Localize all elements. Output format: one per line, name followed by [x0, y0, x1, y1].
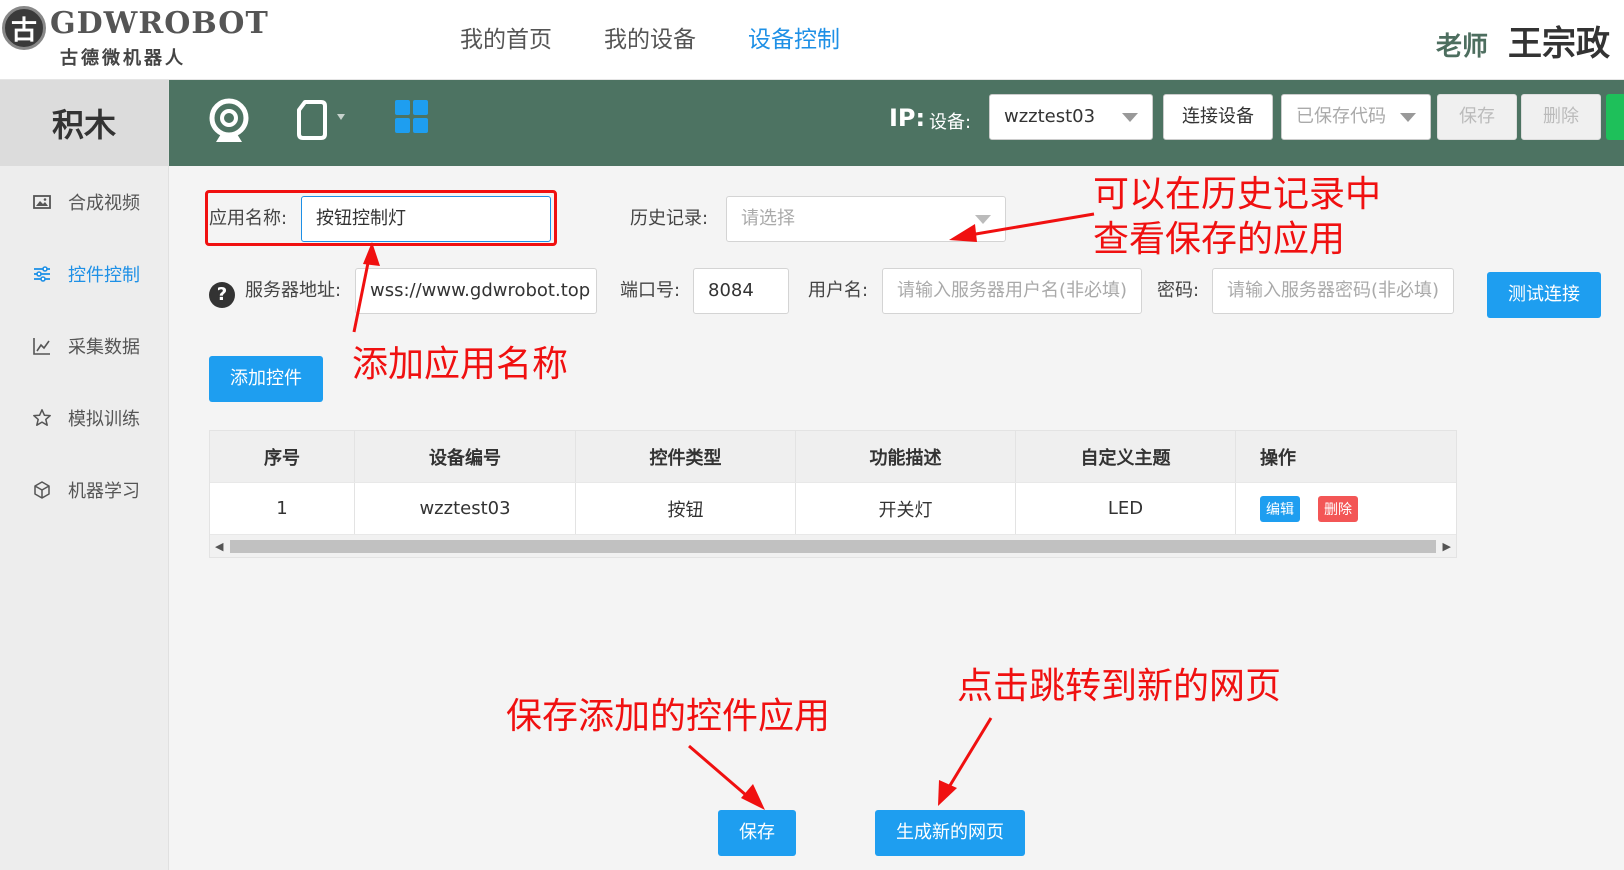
device-select-value: wzztest03 [1004, 106, 1096, 127]
sidebar-item-label: 合成视频 [68, 193, 140, 214]
sidebar-title: 积木 [0, 80, 168, 166]
save-annotation: 保存添加的控件应用 [506, 696, 831, 737]
scroll-left-icon[interactable]: ◀ [215, 540, 223, 553]
sidebar-item-video[interactable]: 合成视频 [0, 166, 168, 238]
logo-subtitle: 古德微机器人 [60, 48, 186, 69]
user-name: 王宗政 [1508, 24, 1610, 64]
page: 古 GDWROBOT 古德微机器人 我的首页 我的设备 设备控制 老师 王宗政 … [0, 0, 1624, 870]
sidebar: 积木 合成视频 控件控制 采集数据 模拟训练 机器学习 [0, 80, 169, 870]
port-label: 端口号: [620, 280, 681, 301]
col-header-device: 设备编号 [355, 431, 576, 482]
saved-code-placeholder: 已保存代码 [1296, 106, 1386, 127]
cube-icon [34, 481, 50, 499]
image-icon [33, 195, 51, 209]
username-label: 用户名: [808, 280, 869, 301]
col-header-actions: 操作 [1260, 447, 1296, 469]
brand-logo[interactable]: 古 GDWROBOT 古德微机器人 [2, 4, 268, 69]
top-nav: 古 GDWROBOT 古德微机器人 我的首页 我的设备 设备控制 老师 王宗政 [0, 0, 1624, 80]
table-header-row: 序号 设备编号 控件类型 功能描述 自定义主题 操作 [210, 431, 1456, 483]
col-header-type: 控件类型 [576, 431, 796, 482]
grid-apps-icon[interactable] [395, 100, 429, 134]
ip-label: IP: [889, 104, 926, 132]
col-header-index: 序号 [210, 431, 355, 482]
arrow-to-save [688, 744, 755, 804]
sidebar-item-ml[interactable]: 机器学习 [0, 454, 168, 526]
nav-my-devices[interactable]: 我的设备 [604, 20, 696, 54]
sidebar-item-label: 采集数据 [68, 337, 140, 358]
sidebar-item-control[interactable]: 控件控制 [0, 238, 168, 310]
sliders-icon [34, 266, 50, 282]
password-label: 密码: [1157, 280, 1200, 301]
arrow-to-generate [944, 717, 993, 793]
history-select[interactable]: 请选择 [726, 196, 1006, 242]
history-placeholder: 请选择 [741, 208, 795, 229]
connect-device-button[interactable]: 连接设备 [1163, 94, 1273, 140]
cell-actions: 编辑 删除 [1236, 483, 1456, 534]
history-annotation-line-1: 可以在历史记录中 [1093, 174, 1382, 215]
chevron-down-icon [1122, 113, 1138, 122]
nav-links: 我的首页 我的设备 设备控制 [460, 20, 840, 54]
arrow-head-save [741, 784, 765, 810]
cell-index: 1 [210, 483, 355, 534]
toolbar-delete-button[interactable]: 删除 [1521, 94, 1601, 140]
name-annotation: 添加应用名称 [352, 344, 569, 385]
chevron-down-icon [975, 215, 991, 224]
arrow-head-generate [938, 780, 957, 806]
app-name-input[interactable]: 按钮控制灯 [301, 196, 551, 242]
username-input[interactable]: 请输入服务器用户名(非必填) [882, 268, 1142, 314]
device-select[interactable]: wzztest03 [989, 94, 1153, 140]
logo-emblem: 古 [2, 6, 46, 50]
controls-table: 序号 设备编号 控件类型 功能描述 自定义主题 操作 1 wzztest03 按… [209, 430, 1457, 558]
save-app-button[interactable]: 保存 [718, 810, 796, 856]
toolbar-save-button[interactable]: 保存 [1437, 94, 1517, 140]
main-content: 应用名称: 按钮控制灯 历史记录: 请选择 ? 服务器地址: wss://www… [169, 166, 1624, 870]
port-input[interactable]: 8084 [693, 268, 789, 314]
sidebar-item-data[interactable]: 采集数据 [0, 310, 168, 382]
user-role: 老师 [1435, 32, 1488, 62]
server-address-input[interactable]: wss://www.gdwrobot.top [355, 268, 597, 314]
col-header-desc: 功能描述 [796, 431, 1016, 482]
nav-home[interactable]: 我的首页 [460, 20, 552, 54]
sidebar-item-label: 控件控制 [68, 265, 140, 286]
device-label: 设备: [929, 112, 972, 133]
generate-page-button[interactable]: 生成新的网页 [875, 810, 1025, 856]
history-label: 历史记录: [630, 208, 709, 229]
col-header-topic: 自定义主题 [1016, 431, 1236, 482]
camera-icon[interactable] [207, 98, 251, 146]
chart-icon [33, 338, 50, 355]
table-row: 1 wzztest03 按钮 开关灯 LED 编辑 删除 [210, 483, 1456, 535]
toolbar-green-button[interactable] [1606, 94, 1624, 140]
star-icon [33, 409, 51, 426]
help-icon[interactable]: ? [209, 282, 235, 308]
sidebar-item-label: 模拟训练 [68, 409, 140, 430]
cell-topic: LED [1016, 483, 1236, 534]
saved-code-select[interactable]: 已保存代码 [1281, 94, 1431, 140]
horizontal-scrollbar[interactable]: ◀ ▶ [210, 535, 1456, 557]
history-annotation-line-2: 查看保存的应用 [1093, 219, 1346, 260]
toolbar: IP: 设备: wzztest03 连接设备 已保存代码 保存 删除 [169, 80, 1624, 166]
user-info[interactable]: 老师 王宗政 [1436, 16, 1610, 65]
cell-device: wzztest03 [355, 483, 576, 534]
chevron-down-icon [1400, 113, 1416, 122]
scroll-right-icon[interactable]: ▶ [1443, 540, 1451, 553]
history-annotation: 可以在历史记录中 查看保存的应用 [1093, 172, 1381, 262]
generate-annotation: 点击跳转到新的网页 [957, 666, 1282, 707]
password-input[interactable]: 请输入服务器密码(非必填) [1212, 268, 1454, 314]
cell-desc: 开关灯 [796, 483, 1016, 534]
add-control-button[interactable]: 添加控件 [209, 356, 323, 402]
file-dropdown-icon[interactable] [295, 98, 355, 142]
cell-type: 按钮 [576, 483, 796, 534]
test-connection-button[interactable]: 测试连接 [1487, 272, 1601, 318]
delete-row-button[interactable]: 删除 [1318, 495, 1358, 522]
scrollbar-thumb[interactable] [230, 540, 1436, 553]
sidebar-item-training[interactable]: 模拟训练 [0, 382, 168, 454]
app-name-label: 应用名称: [209, 208, 288, 229]
nav-device-control[interactable]: 设备控制 [748, 20, 840, 54]
sidebar-item-label: 机器学习 [68, 481, 140, 502]
edit-button[interactable]: 编辑 [1260, 495, 1300, 522]
logo-title: GDWROBOT [50, 6, 269, 41]
server-label: 服务器地址: [245, 280, 342, 301]
